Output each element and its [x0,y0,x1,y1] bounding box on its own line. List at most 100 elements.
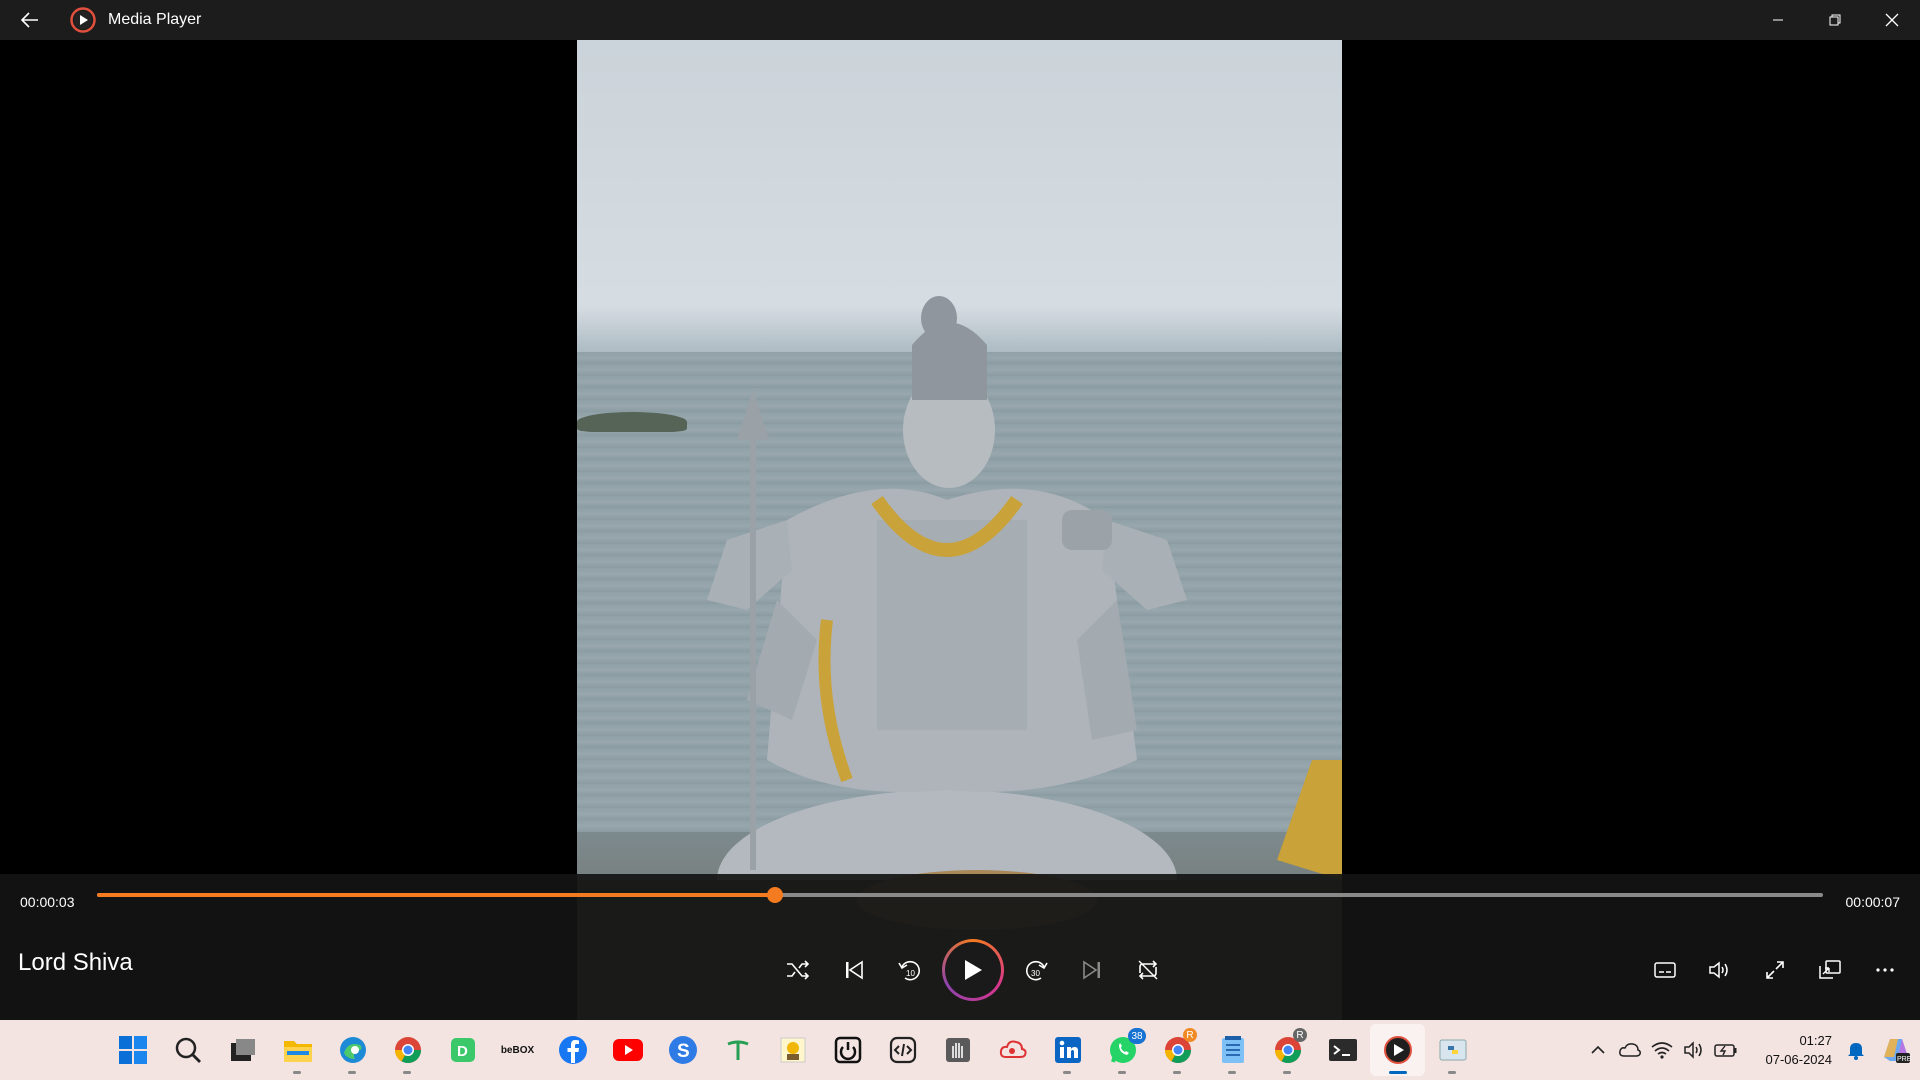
photo-app-icon [780,1037,805,1063]
taskbar-search[interactable] [160,1024,215,1076]
notepad-icon [1221,1036,1244,1063]
view-controls [1637,938,1912,1002]
onedrive-tray-button[interactable] [1614,1030,1646,1070]
captions-button[interactable] [1637,942,1692,998]
running-indicator [1063,1071,1071,1074]
taskbar-youtube[interactable] [600,1024,655,1076]
volume-button[interactable] [1692,942,1747,998]
chrome-profile-badge: R [1183,1028,1197,1042]
taskbar-cloud-app[interactable] [985,1024,1040,1076]
play-icon [965,960,982,980]
more-options-button[interactable] [1857,942,1912,998]
repeat-button[interactable] [1120,942,1176,998]
taskbar-power-app[interactable] [820,1024,875,1076]
taskbar-photo-app[interactable] [765,1024,820,1076]
hand-app-icon [945,1038,970,1062]
svg-text:30: 30 [1031,969,1040,978]
taskbar-notepad[interactable] [1205,1024,1260,1076]
taskbar-chrome-r2[interactable]: R [1260,1024,1315,1076]
d-app-icon: D [450,1038,475,1062]
media-player-logo-icon [70,7,96,33]
running-indicator [1228,1071,1236,1074]
shuffle-button[interactable] [770,942,826,998]
previous-button[interactable] [826,942,882,998]
more-icon [1875,968,1894,972]
taskbar-s-app[interactable]: S [655,1024,710,1076]
wifi-icon [1651,1042,1673,1059]
linkedin-icon [1054,1037,1081,1063]
skip-forward-30-icon: 30 [1025,960,1048,981]
taskbar-hand-app[interactable] [930,1024,985,1076]
svg-text:10: 10 [906,969,915,978]
next-button[interactable] [1064,942,1120,998]
s-app-icon: S [668,1036,697,1064]
restore-button[interactable] [1806,0,1863,40]
volume-tray-button[interactable] [1678,1030,1710,1070]
show-hidden-icons-button[interactable] [1582,1030,1614,1070]
taskbar-bebox[interactable]: beBOX [490,1024,545,1076]
taskbar-code-app[interactable] [875,1024,930,1076]
seek-bar[interactable] [97,887,1823,903]
restore-icon [1829,14,1840,26]
taskbar-chrome-r[interactable]: R [1150,1024,1205,1076]
facebook-icon [558,1036,587,1064]
video-frame[interactable] [577,0,1342,1020]
running-indicator [1389,1071,1407,1074]
seek-progress [97,893,776,897]
minimize-icon [1772,19,1783,21]
previous-icon [846,960,863,980]
skip-back-button[interactable]: 10 [882,942,938,998]
taskbar-d-app[interactable]: D [435,1024,490,1076]
cloud-sync-icon [1619,1043,1641,1057]
total-time: 00:00:07 [1845,894,1901,910]
minimize-button[interactable] [1749,0,1806,40]
wifi-tray-button[interactable] [1646,1030,1678,1070]
volume-icon [1708,961,1728,979]
notifications-button[interactable] [1840,1030,1872,1070]
taskbar-whatsapp[interactable]: 38 [1095,1024,1150,1076]
playback-controls: 10 30 [770,938,1176,1002]
clock-button[interactable]: 01:27 07-06-2024 [1742,1031,1833,1069]
taskbar-terminal[interactable] [1315,1024,1370,1076]
taskbar-linkedin[interactable] [1040,1024,1095,1076]
captions-icon [1653,962,1676,978]
media-player-icon [1383,1036,1412,1064]
running-indicator [1173,1071,1181,1074]
svg-text:D: D [457,1043,468,1060]
close-icon [1885,13,1898,27]
taskbar-python[interactable] [1425,1024,1480,1076]
seek-thumb[interactable] [767,887,784,903]
file-explorer-icon [283,1041,312,1062]
copilot-button[interactable]: PRE [1872,1030,1920,1070]
taskbar-task-view[interactable] [215,1024,270,1076]
current-time: 00:00:03 [20,894,75,910]
taskbar-chrome-profile[interactable] [380,1024,435,1076]
skip-forward-button[interactable]: 30 [1008,942,1064,998]
media-player-window: Media Player 00:00:03 00:00:07 Lord Shiv… [0,0,1920,1080]
taskbar-media-player[interactable] [1370,1024,1425,1076]
running-indicator [293,1071,301,1074]
svg-text:PRE: PRE [1897,1056,1912,1063]
edge-icon [339,1037,366,1063]
shuffle-icon [787,960,810,980]
battery-tray-button[interactable] [1710,1030,1742,1070]
taskbar-edge[interactable] [325,1024,380,1076]
cloud-app-icon [999,1040,1027,1058]
taskbar-t-app[interactable] [710,1024,765,1076]
copilot-icon: PRE [1884,1039,1912,1063]
bell-icon [1848,1043,1864,1060]
running-indicator [1283,1071,1291,1074]
python-icon [1439,1039,1466,1061]
title-bar: Media Player [0,0,1920,40]
close-button[interactable] [1863,0,1920,40]
taskbar-facebook[interactable] [545,1024,600,1076]
video-stage[interactable] [0,0,1920,1020]
taskbar-file-explorer[interactable] [270,1024,325,1076]
mini-player-button[interactable] [1802,942,1857,998]
play-button[interactable] [942,939,1004,1001]
window-title: Media Player [108,11,202,28]
back-button[interactable] [0,0,60,40]
search-icon [175,1037,201,1063]
fullscreen-button[interactable] [1747,942,1802,998]
taskbar-start[interactable] [105,1024,160,1076]
